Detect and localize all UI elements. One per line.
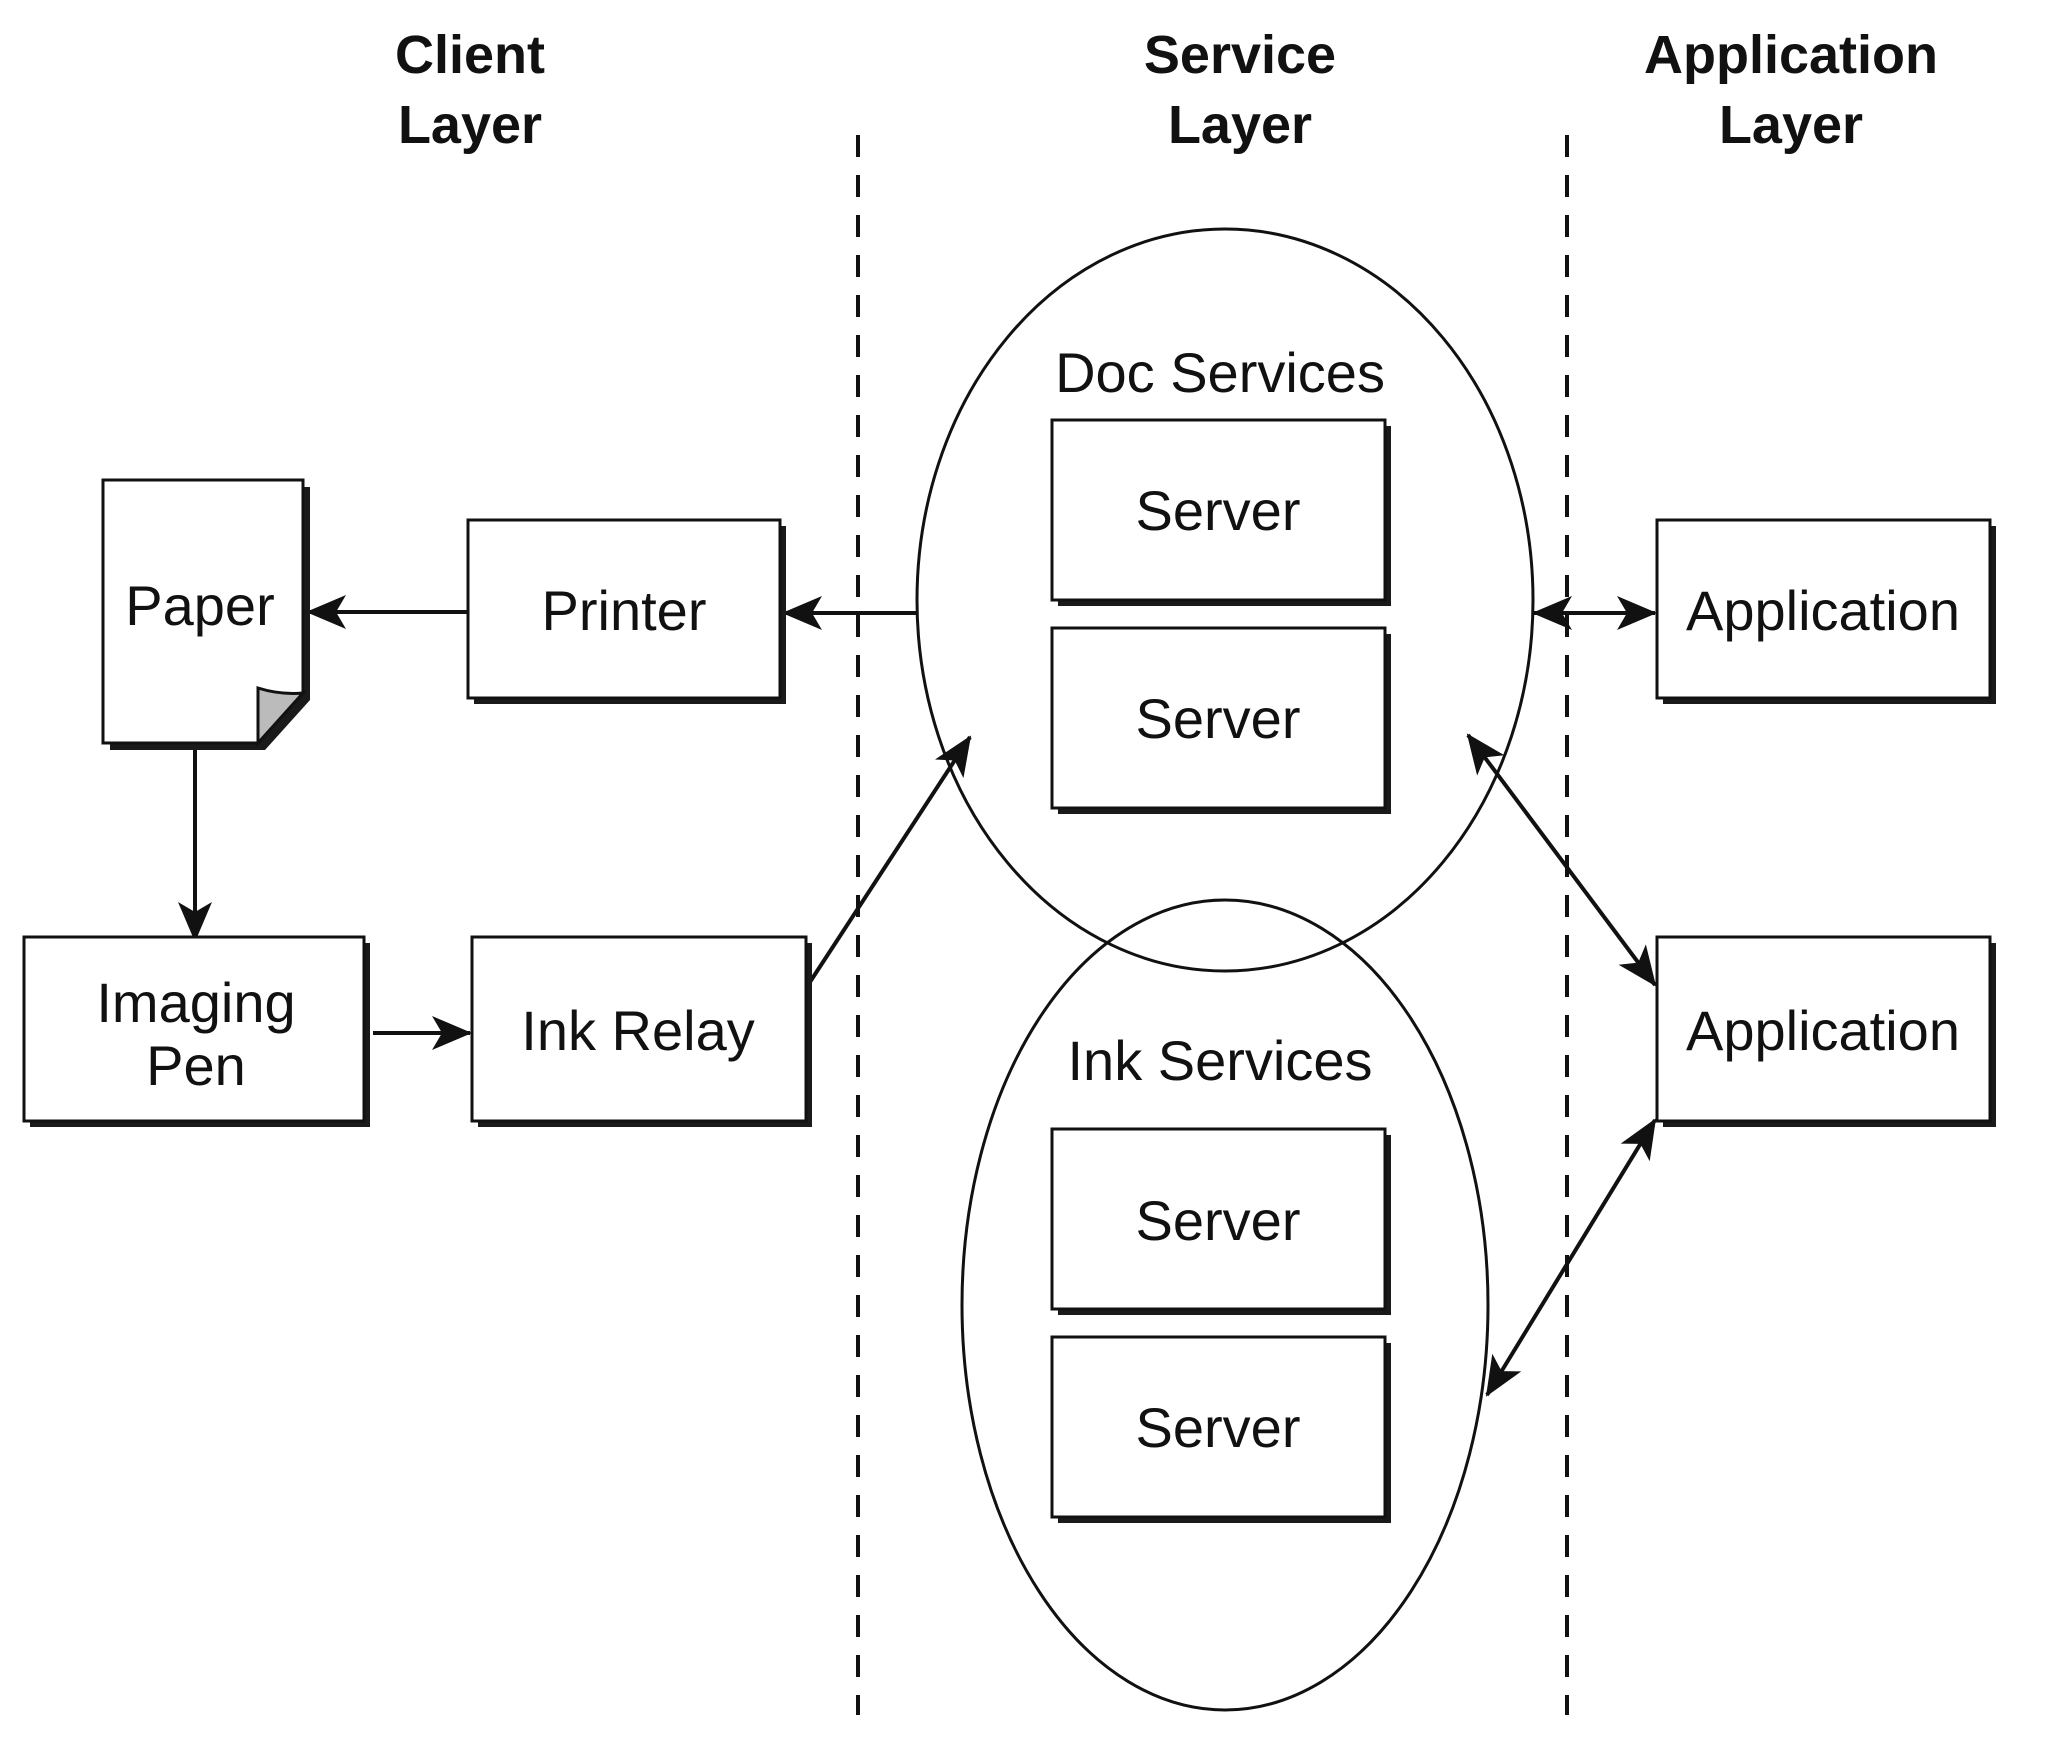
layer-title-application: Application Layer — [1644, 25, 1938, 155]
application-2-label: Application — [1686, 999, 1960, 1062]
imaging-pen-node: Imaging Pen — [22, 935, 370, 1127]
ink-server-1: Server — [1050, 1127, 1391, 1315]
paper-fold-icon — [256, 685, 307, 747]
arrow-docservices-application2 — [1466, 733, 1657, 987]
layer-title-line1: Client — [395, 25, 545, 85]
application-2-node: Application — [1655, 935, 1996, 1127]
doc-server-2: Server — [1050, 626, 1391, 814]
imaging-pen-label-line2: Pen — [146, 1034, 246, 1097]
printer-label: Printer — [542, 579, 707, 642]
layer-title-line1: Service — [1144, 25, 1336, 85]
layer-title-line2: Layer — [398, 95, 542, 155]
ink-server-1-label: Server — [1136, 1189, 1301, 1252]
ink-relay-node: Ink Relay — [470, 935, 812, 1127]
doc-services-title: Doc Services — [1055, 341, 1385, 404]
layer-title-line2: Layer — [1719, 95, 1863, 155]
imaging-pen-label-line1: Imaging — [96, 971, 295, 1034]
paper-label: Paper — [125, 574, 274, 637]
doc-server-1: Server — [1050, 418, 1391, 606]
layer-title-service: Service Layer — [1144, 25, 1336, 155]
ink-server-2: Server — [1050, 1335, 1391, 1523]
architecture-diagram: Client Layer Service Layer Application L… — [22, 25, 1996, 1715]
doc-server-1-label: Server — [1136, 479, 1301, 542]
arrow-inkrelay-to-docservices — [806, 735, 972, 987]
ink-server-2-label: Server — [1136, 1396, 1301, 1459]
doc-server-2-label: Server — [1136, 687, 1301, 750]
layer-title-line2: Layer — [1168, 95, 1312, 155]
paper-node: Paper — [101, 478, 310, 750]
arrow-inkservices-application2 — [1485, 1118, 1657, 1397]
printer-node: Printer — [466, 518, 786, 704]
ink-relay-label: Ink Relay — [521, 999, 754, 1062]
ink-services-title: Ink Services — [1068, 1029, 1373, 1092]
layer-title-line1: Application — [1644, 25, 1938, 85]
layer-title-client: Client Layer — [395, 25, 545, 155]
application-1-node: Application — [1655, 518, 1996, 704]
application-1-label: Application — [1686, 579, 1960, 642]
